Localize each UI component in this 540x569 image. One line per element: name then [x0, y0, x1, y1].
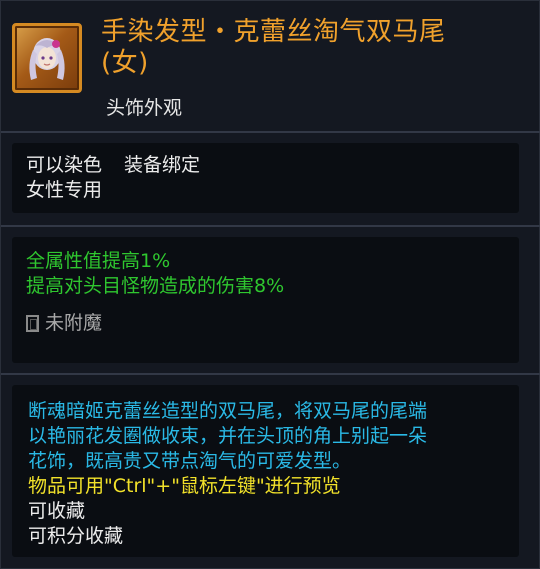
- description-section: 断魂暗姬克蕾丝造型的双马尾，将双马尾的尾端 以艳丽花发圈做收束，并在头顶的角上别…: [12, 385, 519, 557]
- stat-line-boss-damage: 提高对头目怪物造成的伤害8%: [26, 275, 285, 297]
- stat-line-all-attributes: 全属性值提高1%: [26, 250, 171, 272]
- divider: [1, 131, 540, 133]
- preview-hint: 物品可用"Ctrl"+"鼠标左键"进行预览: [28, 475, 341, 497]
- points-collectible-label: 可积分收藏: [28, 525, 124, 547]
- item-title: 手染发型・克蕾丝淘气双马尾(女): [101, 17, 446, 78]
- stats-section: 全属性值提高1% 提高对头目怪物造成的伤害8% 未附魔: [12, 237, 519, 363]
- collectible-label: 可收藏: [28, 500, 86, 522]
- enchant-status: 未附魔: [45, 312, 103, 334]
- dyeable-label: 可以染色: [26, 154, 103, 176]
- binding-label: 装备绑定: [124, 154, 201, 176]
- item-tooltip: 手染发型・克蕾丝淘气双马尾(女) 头饰外观 可以染色 装备绑定 女性专用 全属性值…: [0, 0, 540, 569]
- description-line: 花饰，既高贵又带点淘气的可爱发型。: [28, 450, 352, 472]
- item-type: 头饰外观: [106, 97, 183, 119]
- description-line: 断魂暗姬克蕾丝造型的双马尾，将双马尾的尾端: [28, 400, 428, 422]
- tooltip-header: 手染发型・克蕾丝淘气双马尾(女) 头饰外观: [1, 1, 540, 123]
- attributes-row: 可以染色 装备绑定: [26, 153, 505, 178]
- enchant-slot-icon: [26, 315, 39, 332]
- description-line: 以艳丽花发圈做收束，并在头顶的角上别起一朵: [28, 425, 428, 447]
- divider: [1, 225, 540, 227]
- attributes-section: 可以染色 装备绑定 女性专用: [12, 143, 519, 213]
- enchant-row: 未附魔: [26, 311, 505, 336]
- gender-label: 女性专用: [26, 179, 103, 201]
- hairstyle-twin-tails-icon: [12, 23, 82, 93]
- divider: [1, 373, 540, 375]
- hair-portrait-icon: [29, 38, 65, 80]
